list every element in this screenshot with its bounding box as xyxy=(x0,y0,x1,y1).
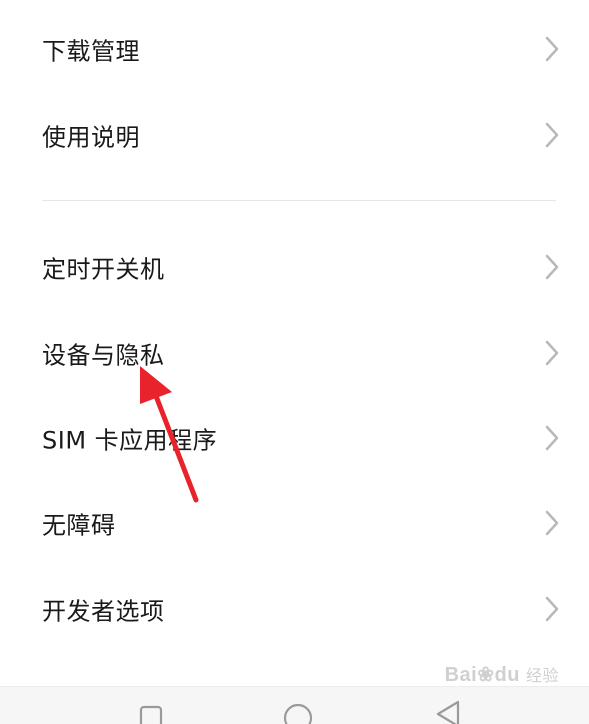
watermark-sub: 经验 xyxy=(525,668,559,685)
menu-item-label: 下载管理 xyxy=(42,37,140,66)
watermark-logo: Bai❀du 经验 xyxy=(445,662,559,687)
square-icon[interactable] xyxy=(139,705,163,724)
menu-item-label: SIM 卡应用程序 xyxy=(42,426,218,455)
triangle-back-icon[interactable] xyxy=(435,699,461,724)
chevron-right-icon xyxy=(545,340,559,366)
watermark-brand-2: du xyxy=(494,664,520,686)
menu-item-label: 无障碍 xyxy=(42,511,116,540)
chevron-right-icon xyxy=(545,254,559,280)
menu-item-developer-options[interactable]: 开发者选项 xyxy=(0,566,589,652)
circle-icon[interactable] xyxy=(283,703,313,724)
menu-item-instructions[interactable]: 使用说明 xyxy=(0,92,589,178)
chevron-right-icon xyxy=(545,36,559,62)
chevron-right-icon xyxy=(545,122,559,148)
watermark-brand: Bai xyxy=(444,664,478,686)
menu-item-scheduled-power[interactable]: 定时开关机 xyxy=(0,224,589,310)
menu-item-accessibility[interactable]: 无障碍 xyxy=(0,480,589,566)
section-divider xyxy=(42,200,556,201)
paw-icon: ❀ xyxy=(477,664,495,686)
menu-item-label: 开发者选项 xyxy=(42,597,165,626)
system-nav-bar xyxy=(0,686,589,724)
menu-item-sim-apps[interactable]: SIM 卡应用程序 xyxy=(0,395,589,481)
chevron-right-icon xyxy=(545,596,559,622)
settings-screen: 下载管理 使用说明 定时开关机 设备与隐私 SIM 卡应用程序 无障碍 开发者选… xyxy=(0,0,589,724)
chevron-right-icon xyxy=(545,510,559,536)
menu-item-label: 定时开关机 xyxy=(42,255,165,284)
menu-item-label: 使用说明 xyxy=(42,123,140,152)
menu-item-label: 设备与隐私 xyxy=(42,341,165,370)
chevron-right-icon xyxy=(545,425,559,451)
menu-item-device-privacy[interactable]: 设备与隐私 xyxy=(0,310,589,396)
menu-item-download-manager[interactable]: 下载管理 xyxy=(0,6,589,92)
